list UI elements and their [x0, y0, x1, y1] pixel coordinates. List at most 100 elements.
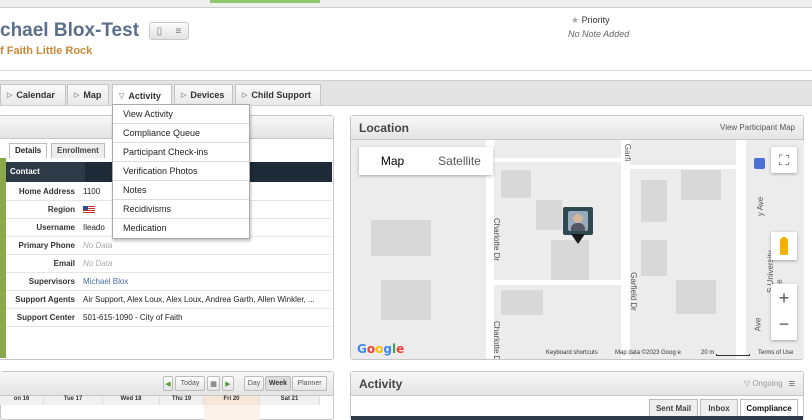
map-scale[interactable]: 20 m: [701, 350, 714, 356]
row-label: Region: [47, 205, 75, 214]
tab-calendar[interactable]: ▷ Calendar: [0, 84, 66, 105]
zoom-controls: + −: [771, 284, 797, 340]
top-bar-accent: [210, 0, 320, 3]
subtab-details[interactable]: Details: [9, 143, 48, 158]
menu-item-participant-check-ins[interactable]: Participant Check-ins: [113, 143, 249, 162]
activity-panel-header: Activity ▽ Ongoing ≡: [351, 372, 803, 396]
tab-compliance[interactable]: Compliance: [740, 399, 798, 416]
chevron-right-icon: ▷: [7, 92, 13, 99]
street-label: Garfield Dr: [628, 272, 638, 311]
menu-icon[interactable]: ≡: [789, 378, 795, 390]
subtab-enrollment[interactable]: Enrollment: [51, 143, 105, 158]
street-label: Ave: [753, 317, 763, 332]
street-label: Charlotte Dr: [492, 320, 502, 359]
list-icon: ≡: [175, 25, 182, 37]
today-column: [204, 405, 260, 420]
chevron-right-icon: ▷: [181, 92, 187, 99]
map-type-toggle: Map Satellite: [359, 147, 493, 175]
row-label: Home Address: [18, 187, 75, 196]
today-button[interactable]: Today: [175, 376, 205, 391]
fullscreen-button[interactable]: ⛶: [771, 147, 797, 173]
top-bar: [0, 0, 812, 8]
map-type-map-button[interactable]: Map: [359, 147, 426, 175]
detail-row-support-center: Support Center 501-615-1090 - City of Fa…: [6, 309, 332, 327]
tab-label: Calendar: [16, 90, 55, 100]
keyboard-shortcuts-link[interactable]: Keyboard shortcuts: [546, 350, 598, 356]
fullscreen-icon: ⛶: [779, 151, 789, 168]
chevron-down-icon: ▽: [119, 92, 125, 100]
tab-label: Activity: [128, 90, 161, 101]
detail-row-email: Email No Data: [6, 255, 332, 273]
section-title: Contact: [10, 167, 40, 176]
participant-name: chael Blox-Test: [0, 20, 140, 41]
star-icon: ★: [571, 15, 580, 25]
day-header-today: Fri 20: [204, 396, 260, 405]
priority-label: Priority: [581, 15, 610, 25]
zoom-out-button[interactable]: −: [779, 312, 790, 340]
tab-map[interactable]: ▷ Map: [67, 84, 109, 105]
view-day-button[interactable]: Day: [244, 376, 264, 391]
day-header: Sat 21: [260, 396, 320, 405]
note-text[interactable]: No Note Added: [568, 29, 629, 39]
tab-activity[interactable]: ▽ Activity: [112, 84, 172, 106]
tab-devices[interactable]: ▷ Devices: [174, 84, 233, 105]
day-header: Wed 18: [103, 396, 160, 405]
activity-list-header: [351, 416, 803, 420]
zoom-in-button[interactable]: +: [779, 284, 790, 312]
next-week-button[interactable]: ▶: [222, 376, 234, 391]
view-week-button[interactable]: Week: [265, 376, 291, 391]
tab-label: Child Support: [251, 90, 311, 100]
arrow-right-icon: ▶: [225, 380, 231, 388]
menu-item-medication[interactable]: Medication: [113, 219, 249, 238]
view-participant-map-link[interactable]: View Participant Map: [720, 123, 795, 132]
priority-toggle[interactable]: ★ Priority: [571, 15, 610, 26]
chevron-right-icon: ▷: [242, 92, 248, 99]
chevron-right-icon: ▷: [74, 92, 80, 99]
map-data-attribution: Map data ©2023 Goog e: [615, 350, 681, 356]
phone-icon: ▯: [156, 25, 163, 37]
menu-item-recidivisms[interactable]: Recidivisms: [113, 200, 249, 219]
organization-name: f Faith Little Rock: [0, 45, 93, 57]
menu-item-view-activity[interactable]: View Activity: [113, 105, 249, 124]
menu-item-notes[interactable]: Notes: [113, 181, 249, 200]
participant-avatar-icon: [568, 211, 588, 231]
day-header: on 16: [0, 396, 44, 405]
tab-sent-mail[interactable]: Sent Mail: [649, 399, 698, 416]
marker-pointer: [571, 234, 585, 244]
street-label: Charlotte Dr: [492, 217, 502, 262]
detail-row-supervisors: Supervisors Michael Blox: [6, 273, 332, 291]
menu-item-compliance-queue[interactable]: Compliance Queue: [113, 124, 249, 143]
scale-bar: [716, 354, 750, 356]
row-label: Username: [36, 223, 75, 232]
tab-label: Devices: [190, 90, 225, 100]
street-label: Garfi: [623, 143, 633, 162]
tab-inbox[interactable]: Inbox: [700, 399, 738, 416]
activity-filter[interactable]: ▽ Ongoing: [744, 379, 783, 388]
row-label: Primary Phone: [18, 241, 75, 250]
view-planner-button[interactable]: Planner: [292, 376, 327, 391]
tab-child-support[interactable]: ▷ Child Support: [235, 84, 321, 105]
calendar-picker-button[interactable]: ▦: [207, 376, 220, 391]
row-value: No Data: [83, 241, 113, 250]
supervisor-link[interactable]: Michael Blox: [81, 277, 326, 286]
day-header: Thu 19: [160, 396, 204, 405]
participant-location-marker[interactable]: [563, 207, 593, 235]
street-view-pegman-button[interactable]: [771, 232, 797, 260]
prev-week-button[interactable]: ◀: [163, 376, 173, 391]
tab-label: Map: [83, 90, 102, 100]
row-label: Email: [53, 259, 75, 268]
row-label: Supervisors: [28, 277, 75, 286]
location-title: Location: [359, 120, 409, 135]
row-label: Support Agents: [15, 295, 75, 304]
location-panel-header: Location View Participant Map: [351, 116, 803, 140]
filter-label: Ongoing: [752, 379, 783, 388]
terms-of-use-link[interactable]: Terms of Use: [758, 350, 793, 356]
header-divider: [0, 70, 812, 71]
transit-icon: [754, 158, 765, 169]
menu-item-verification-photos[interactable]: Verification Photos: [113, 162, 249, 181]
map-type-satellite-button[interactable]: Satellite: [426, 147, 493, 175]
day-header: Tue 17: [44, 396, 103, 405]
detail-row-support-agents: Support Agents Air Support, Alex Loux, A…: [6, 291, 332, 309]
arrow-left-icon: ◀: [165, 380, 171, 388]
profile-actions-button[interactable]: ▯ ≡: [149, 22, 189, 40]
